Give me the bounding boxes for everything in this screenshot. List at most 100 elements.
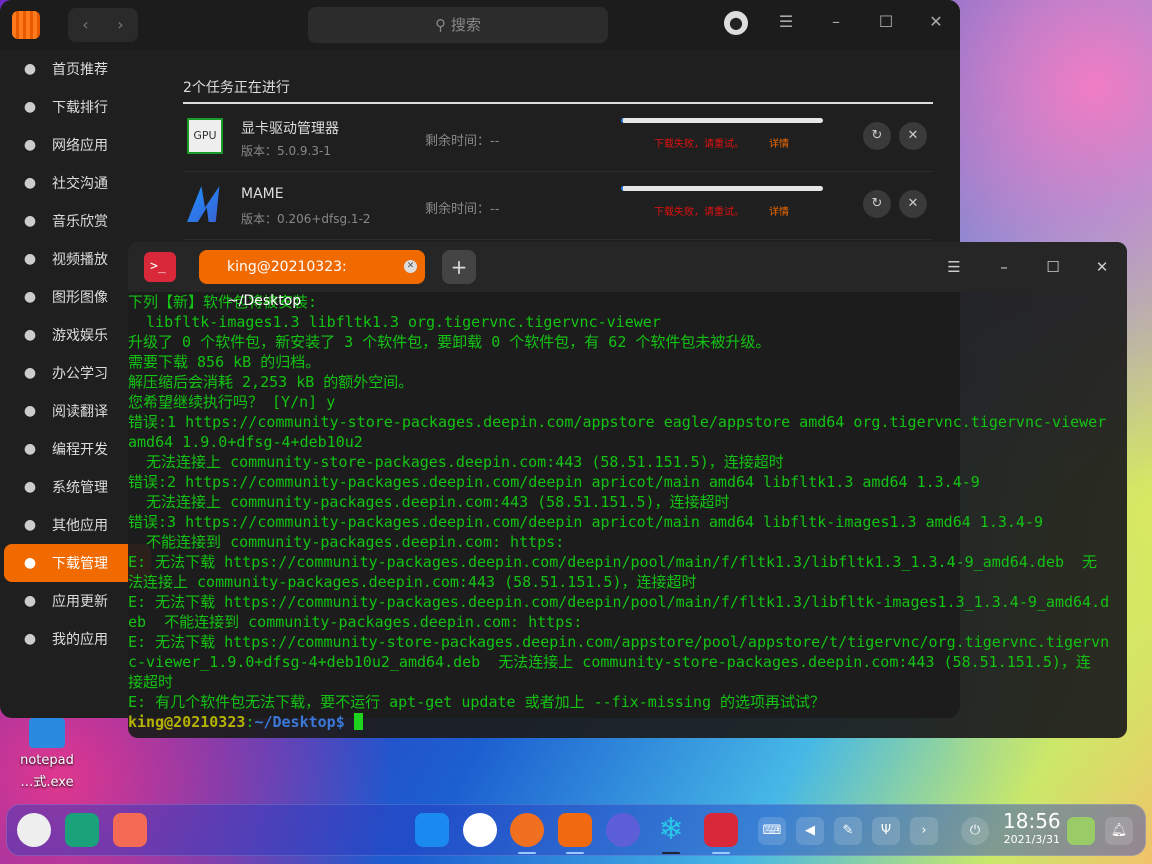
download-task: GPU 显卡驱动管理器 版本：5.0.9.3-1 剩余时间：-- 下载失败，请重… — [183, 104, 933, 172]
search-placeholder: 搜索 — [450, 16, 481, 34]
more-icon: ● — [23, 517, 37, 533]
terminal-line: 法连接上 community-packages.deepin.com:443 (… — [128, 573, 697, 591]
show-desktop-icon[interactable] — [113, 813, 147, 847]
sidebar-item[interactable]: ● 音乐欣赏 — [4, 202, 151, 240]
cancel-button[interactable]: ✕ — [899, 122, 927, 150]
clock[interactable]: 18:56 2021/3/31 — [1003, 809, 1061, 846]
new-tab-button[interactable]: + — [442, 250, 476, 284]
maximize-icon[interactable]: ☐ — [1041, 258, 1065, 276]
presentation-icon: ● — [23, 365, 37, 381]
trash-icon[interactable] — [1067, 817, 1095, 845]
terminal-titlebar: >_ king@20210323: ~/Desktop ✕ + ☰ – ☐ ✕ — [128, 242, 1127, 309]
sidebar-item[interactable]: ● 网络应用 — [4, 126, 151, 164]
terminal-line: amd64 1.9.0+dfsg-4+deb10u2 — [128, 433, 363, 451]
download-task: MAME 版本：0.206+dfsg.1-2 剩余时间：-- 下载失败，请重试。… — [183, 172, 933, 240]
globe-icon: ● — [23, 137, 37, 153]
minimize-icon[interactable]: – — [823, 12, 849, 31]
retry-button[interactable]: ↻ — [863, 190, 891, 218]
star-icon: ● — [23, 61, 37, 77]
close-icon[interactable]: ✕ — [1090, 258, 1114, 276]
terminal-output[interactable]: 下列【新】软件包将被安装: libfltk-images1.3 libfltk1… — [128, 292, 1127, 712]
sidebar-item-label: 阅读翻译 — [52, 404, 108, 420]
cancel-button[interactable]: ✕ — [899, 190, 927, 218]
mame-app-icon — [187, 186, 220, 222]
task-remaining-time: 剩余时间：-- — [425, 134, 500, 149]
sidebar-item-label: 游戏娱乐 — [52, 328, 108, 344]
desktop-icon-notepad[interactable]: notepad …式.exe — [14, 718, 80, 794]
sidebar-item-label: 我的应用 — [52, 632, 108, 648]
terminal-line: eb 不能连接到 community-packages.deepin.com: … — [128, 613, 583, 631]
back-icon[interactable]: ‹ — [68, 8, 103, 42]
download-icon: ● — [23, 555, 37, 571]
sidebar-item-label: 应用更新 — [52, 594, 108, 610]
power-icon[interactable]: ⏻ — [961, 817, 989, 845]
close-icon[interactable]: ✕ — [923, 12, 949, 31]
file-manager-icon[interactable] — [415, 813, 449, 847]
terminal-line: 错误:2 https://community-packages.deepin.c… — [128, 473, 980, 491]
terminal-icon[interactable] — [704, 813, 738, 847]
desktop-icon-label: …式.exe — [20, 775, 74, 790]
notification-bell-icon[interactable]: 🔔︎ — [1105, 817, 1133, 845]
terminal-line: 解压缩后会消耗 2,253 kB 的额外空间。 — [128, 373, 414, 391]
sidebar-item-label: 首页推荐 — [52, 62, 108, 78]
retry-button[interactable]: ↻ — [863, 122, 891, 150]
terminal-line: 错误:1 https://community-store-packages.de… — [128, 413, 1107, 431]
task-name: MAME — [241, 186, 284, 202]
refresh-icon: ● — [23, 593, 37, 609]
keyboard-icon[interactable]: ⌨ — [758, 817, 786, 845]
details-link[interactable]: 详情 — [769, 135, 789, 150]
terminal-line: 需要下载 856 kB 的归档。 — [128, 353, 321, 371]
task-version: 版本：0.206+dfsg.1-2 — [241, 212, 371, 226]
running-indicator — [518, 852, 536, 854]
gpu-app-icon: GPU — [187, 118, 223, 154]
task-error: 下载失败，请重试。 — [654, 139, 744, 150]
tab-close-icon[interactable]: ✕ — [404, 260, 417, 273]
terminal-tab[interactable]: king@20210323: ~/Desktop ✕ — [199, 250, 425, 309]
user-avatar-icon[interactable]: ● — [724, 11, 748, 35]
box-icon: ● — [23, 631, 37, 647]
running-indicator — [566, 852, 584, 854]
details-link[interactable]: 详情 — [769, 203, 789, 218]
sidebar-item-label: 音乐欣赏 — [52, 214, 108, 230]
desktop-icon-label: notepad — [20, 753, 74, 768]
terminal-line: E: 无法下载 https://community-packages.deepi… — [128, 553, 1098, 571]
snowflake-app-icon[interactable]: ❄ — [654, 813, 688, 847]
store-titlebar: ‹ › ⚲ 搜索 ● ☰ – ☐ ✕ — [0, 0, 960, 50]
film-icon: ● — [23, 251, 37, 267]
sidebar-item-label: 下载排行 — [52, 100, 108, 116]
clock-time: 18:56 — [1003, 809, 1061, 833]
usb-icon[interactable]: Ψ — [872, 817, 900, 845]
multitask-view-icon[interactable] — [65, 813, 99, 847]
task-error: 下载失败，请重试。 — [654, 207, 744, 218]
gamepad-icon: ● — [23, 327, 37, 343]
launcher-icon[interactable] — [17, 813, 51, 847]
settings-icon: ● — [23, 479, 37, 495]
app-store-icon[interactable] — [558, 813, 592, 847]
pen-icon[interactable]: ✎ — [834, 817, 862, 845]
cursor — [353, 713, 363, 730]
minimize-icon[interactable]: – — [992, 258, 1016, 276]
sidebar-item-label: 图形图像 — [52, 290, 108, 306]
browser-icon[interactable] — [463, 813, 497, 847]
menu-icon[interactable]: ☰ — [773, 12, 799, 31]
control-center-icon[interactable] — [606, 813, 640, 847]
prompt-path: ~/Desktop$ — [254, 713, 345, 731]
sidebar-item[interactable]: ● 社交沟通 — [4, 164, 151, 202]
volume-icon[interactable]: ◀ — [796, 817, 824, 845]
sidebar-item[interactable]: ● 首页推荐 — [4, 50, 151, 88]
maximize-icon[interactable]: ☐ — [873, 12, 899, 31]
search-input[interactable]: ⚲ 搜索 — [308, 7, 608, 43]
terminal-line: 接超时 — [128, 673, 174, 691]
terminal-line: E: 无法下载 https://community-packages.deepi… — [128, 593, 1110, 611]
firefox-icon[interactable] — [510, 813, 544, 847]
forward-icon[interactable]: › — [103, 8, 138, 42]
expand-tray-icon[interactable]: › — [910, 817, 938, 845]
terminal-prompt[interactable]: king@20210323:~/Desktop$ — [128, 712, 1127, 732]
running-indicator — [662, 852, 680, 854]
terminal-icon: ● — [23, 441, 37, 457]
menu-icon[interactable]: ☰ — [942, 258, 966, 276]
tasks-title: 2个任务正在进行 — [183, 50, 933, 104]
crown-icon: ● — [23, 99, 37, 115]
taskbar: ❄ ⌨ ◀ ✎ Ψ › ⏻ 18:56 2021/3/31 🔔︎ — [6, 804, 1146, 856]
sidebar-item[interactable]: ● 下载排行 — [4, 88, 151, 126]
